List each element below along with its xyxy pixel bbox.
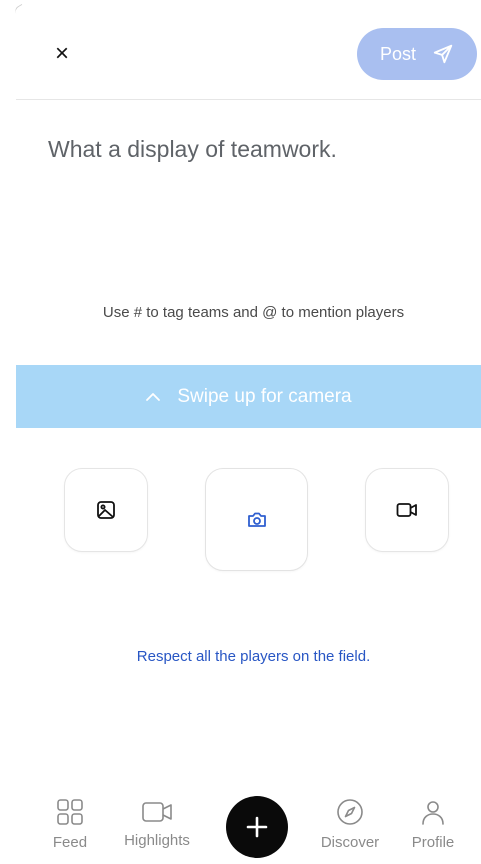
- compass-icon: [336, 798, 364, 826]
- video-icon: [396, 502, 418, 518]
- video-icon: [141, 800, 173, 824]
- swipe-up-label: Swipe up for camera: [177, 385, 352, 407]
- nav-label-profile: Profile: [411, 834, 455, 851]
- nav-item-feed[interactable]: Feed: [46, 798, 94, 851]
- nav-item-discover[interactable]: Discover: [315, 798, 385, 851]
- top-bar: × Post: [0, 0, 481, 100]
- header-divider: [16, 99, 481, 100]
- grid-icon: [56, 798, 84, 826]
- post-text-input[interactable]: What a display of teamwork.: [48, 136, 337, 163]
- record-video-button[interactable]: [365, 468, 449, 552]
- nav-item-profile[interactable]: Profile: [400, 798, 466, 851]
- chevron-up-icon: [145, 392, 161, 402]
- post-button[interactable]: Post: [357, 28, 477, 80]
- plus-icon: [246, 816, 268, 838]
- take-photo-button[interactable]: [205, 468, 308, 571]
- camera-icon: [247, 511, 267, 529]
- add-image-button[interactable]: [64, 468, 148, 552]
- tagging-hint: Use # to tag teams and @ to mention play…: [102, 304, 405, 321]
- send-icon: [432, 43, 454, 65]
- post-button-label: Post: [379, 43, 417, 64]
- person-icon: [419, 798, 447, 826]
- nav-label-discover: Discover: [320, 834, 380, 851]
- nav-label-highlights: Highlights: [124, 832, 190, 849]
- nav-item-highlights[interactable]: Highlights: [112, 800, 202, 849]
- image-icon: [96, 500, 116, 520]
- swipe-up-camera-banner[interactable]: Swipe up for camera: [16, 365, 481, 428]
- create-post-fab[interactable]: [226, 796, 288, 858]
- nav-label-feed: Feed: [52, 834, 88, 851]
- respect-notice: Respect all the players on the field.: [136, 648, 371, 665]
- bottom-nav: Feed Highlights Discover Profile: [0, 770, 481, 864]
- close-button[interactable]: ×: [50, 40, 74, 68]
